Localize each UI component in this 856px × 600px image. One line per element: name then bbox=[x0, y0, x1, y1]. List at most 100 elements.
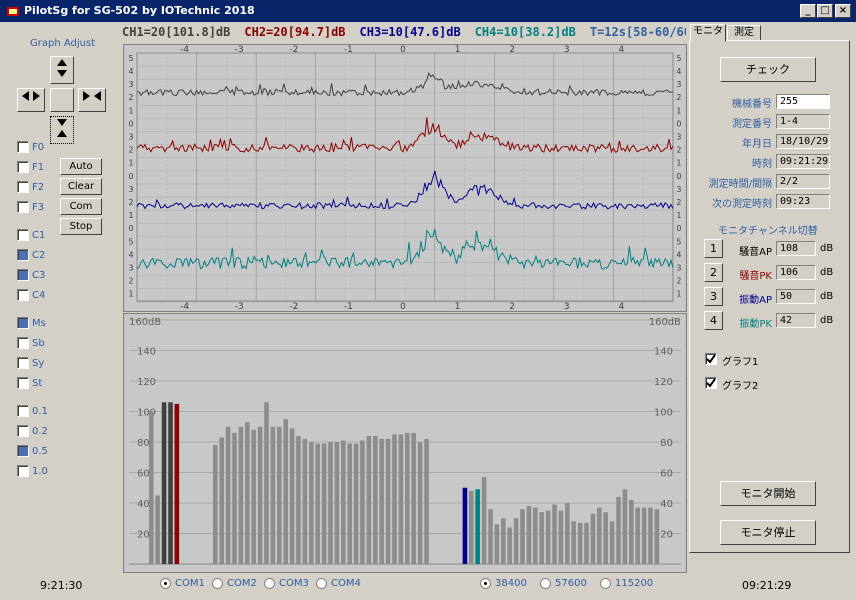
bar bbox=[462, 487, 468, 565]
wave-right-label: 2 bbox=[676, 146, 681, 155]
bar bbox=[577, 522, 583, 565]
graph-narrow-button[interactable] bbox=[17, 88, 45, 112]
checkbox-f0[interactable] bbox=[17, 141, 29, 153]
bar bbox=[648, 507, 653, 565]
bar bbox=[584, 522, 589, 565]
bar bbox=[251, 429, 256, 565]
radio-com4[interactable] bbox=[316, 578, 327, 589]
checkbox-label: 0.5 bbox=[32, 446, 48, 457]
graph-adjust-label: Graph Adjust bbox=[30, 38, 96, 49]
wave-right-label: 3 bbox=[676, 185, 681, 194]
checkbox-05[interactable] bbox=[17, 445, 29, 457]
wave-top-tick: 3 bbox=[564, 45, 570, 55]
checkbox-f1[interactable] bbox=[17, 161, 29, 173]
bars-ylabel-right: 20 bbox=[660, 530, 673, 541]
radio-com3[interactable] bbox=[264, 578, 275, 589]
bar bbox=[533, 507, 538, 565]
graph-down-button[interactable] bbox=[50, 116, 74, 144]
wave-right-label: 0 bbox=[676, 172, 681, 181]
bar bbox=[340, 440, 346, 565]
checkbox-label: F2 bbox=[32, 182, 45, 193]
radio-baud-115200[interactable] bbox=[600, 578, 611, 589]
field-label: 時刻 bbox=[752, 159, 772, 170]
checkbox-10[interactable] bbox=[17, 465, 29, 477]
field-value-3: 09:21:29 bbox=[776, 154, 830, 169]
checkbox-c1[interactable] bbox=[17, 229, 29, 241]
channel-unit: dB bbox=[820, 267, 834, 278]
com-button[interactable]: Com bbox=[60, 198, 102, 215]
bar bbox=[257, 426, 263, 565]
minimize-button[interactable]: _ bbox=[800, 4, 816, 18]
bar bbox=[385, 438, 391, 565]
graph-reset-button[interactable] bbox=[50, 88, 74, 112]
graph2-checkbox[interactable] bbox=[705, 377, 717, 389]
bar bbox=[302, 438, 308, 565]
checkbox-c2[interactable] bbox=[17, 249, 29, 261]
ch4-info: CH4=10[38.2]dB bbox=[474, 25, 576, 39]
channel-button-2[interactable]: 2 bbox=[704, 263, 723, 282]
checkbox-f3[interactable] bbox=[17, 201, 29, 213]
radio-baud-57600[interactable] bbox=[540, 578, 551, 589]
wave-bottom-tick: -2 bbox=[289, 302, 298, 312]
wave-right-label: 0 bbox=[676, 224, 681, 233]
checkbox-sb[interactable] bbox=[17, 337, 29, 349]
radio-com1[interactable] bbox=[160, 578, 171, 589]
bar bbox=[654, 509, 660, 565]
checkbox-sy[interactable] bbox=[17, 357, 29, 369]
bar bbox=[289, 428, 295, 565]
bars-ymax-left: 160dB bbox=[129, 317, 161, 328]
check-button[interactable]: チェック bbox=[720, 57, 816, 82]
wave-left-label: 4 bbox=[129, 67, 134, 76]
tab-monitor[interactable]: モニタ bbox=[690, 24, 726, 42]
checkbox-st[interactable] bbox=[17, 377, 29, 389]
bar bbox=[360, 440, 365, 565]
auto-button[interactable]: Auto bbox=[60, 158, 102, 175]
bar bbox=[315, 443, 320, 565]
stop-button[interactable]: Stop bbox=[60, 218, 102, 235]
wave-top-tick: -3 bbox=[235, 45, 244, 55]
bar bbox=[212, 445, 218, 565]
wave-top-tick: 0 bbox=[400, 45, 406, 55]
field-label: 機械番号 bbox=[732, 99, 772, 110]
checkbox-label: 1.0 bbox=[32, 466, 48, 477]
checkbox-label: 0.1 bbox=[32, 406, 48, 417]
wave-top-tick: -4 bbox=[180, 45, 189, 55]
checkbox-c4[interactable] bbox=[17, 289, 29, 301]
checkbox-c3[interactable] bbox=[17, 269, 29, 281]
checkbox-02[interactable] bbox=[17, 425, 29, 437]
channel-button-4[interactable]: 4 bbox=[704, 311, 723, 330]
channel-value: 108 bbox=[776, 241, 816, 256]
radio-baud-38400[interactable] bbox=[480, 578, 491, 589]
bar bbox=[270, 426, 276, 565]
bar bbox=[539, 512, 544, 565]
wave-right-label: 0 bbox=[676, 119, 681, 128]
checkbox-f2[interactable] bbox=[17, 181, 29, 193]
bar bbox=[411, 432, 416, 565]
channel-button-1[interactable]: 1 bbox=[704, 239, 723, 258]
checkbox-ms[interactable] bbox=[17, 317, 29, 329]
radio-com2[interactable] bbox=[212, 578, 223, 589]
radio-label: 115200 bbox=[615, 578, 654, 589]
monitor-stop-button[interactable]: モニタ停止 bbox=[720, 520, 816, 545]
graph-wide-button[interactable] bbox=[78, 88, 106, 112]
field-value-0[interactable]: 255 bbox=[776, 94, 830, 109]
maximize-button[interactable]: □ bbox=[817, 4, 833, 18]
bar bbox=[635, 507, 640, 565]
bars-ylabel-left: 140 bbox=[137, 346, 156, 357]
wave-left-label: 2 bbox=[129, 277, 134, 286]
checkbox-01[interactable] bbox=[17, 405, 29, 417]
bar bbox=[616, 496, 621, 565]
graph-up-button[interactable] bbox=[50, 56, 74, 84]
monitor-start-button[interactable]: モニタ開始 bbox=[720, 481, 816, 506]
close-button[interactable]: × bbox=[835, 4, 851, 18]
clear-button[interactable]: Clear bbox=[60, 178, 102, 195]
tab-measure[interactable]: 測定 bbox=[727, 25, 761, 41]
wave-top-tick: -1 bbox=[344, 45, 353, 55]
bars-ylabel-left: 120 bbox=[137, 377, 156, 388]
checkmark-icon bbox=[706, 354, 716, 364]
checkbox-label: C2 bbox=[32, 250, 46, 261]
channel-button-3[interactable]: 3 bbox=[704, 287, 723, 306]
wave-right-label: 1 bbox=[676, 290, 681, 299]
graph1-checkbox[interactable] bbox=[705, 353, 717, 365]
checkbox-label: Ms bbox=[32, 318, 46, 329]
